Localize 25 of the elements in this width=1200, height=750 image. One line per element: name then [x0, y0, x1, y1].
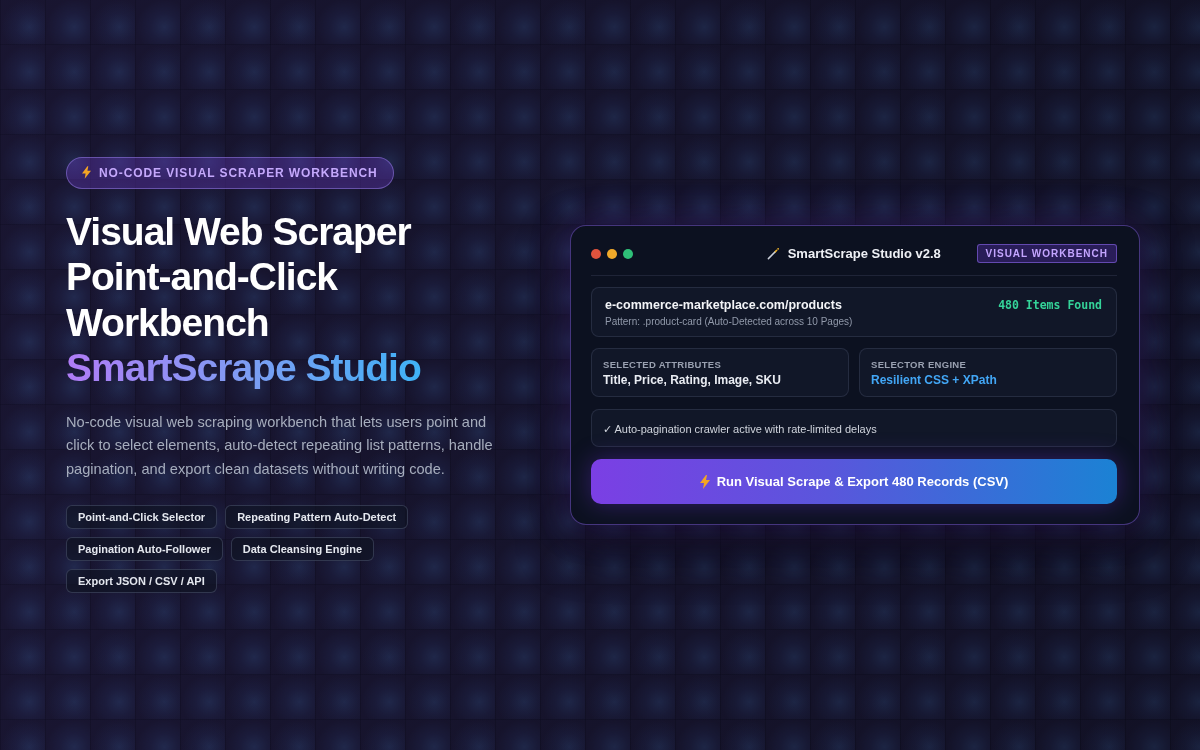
- feature-tag: Repeating Pattern Auto-Detect: [225, 505, 409, 530]
- window-title: SmartScrape Studio v2.8: [787, 246, 941, 261]
- hero-description: No-code visual web scraping workbench that lets users point and click to select elements, auto-detect repeating list patterns, handle pagination, and export clean datasets without writing code.: [66, 412, 494, 479]
- items-count: 480 Items Found: [998, 298, 1102, 312]
- lightning-bolt-icon: [699, 474, 710, 489]
- feature-tag: Export JSON / CSV / API: [66, 569, 217, 594]
- status-text: ✓ Auto-pagination crawler active with rate-limited delays: [603, 423, 877, 435]
- run-export-button[interactable]: Run Visual Scrape & Export 480 Records (CSV): [591, 459, 1117, 504]
- window-close-icon[interactable]: [591, 248, 601, 259]
- field-label: SELECTOR ENGINE: [871, 359, 968, 370]
- badge-label: NO-CODE VISUAL SCRAPER WORKBENCH: [99, 165, 378, 180]
- url-text: e-commerce-marketplace.com/products: [605, 298, 843, 312]
- mode-badge: VISUAL WORKBENCH: [976, 244, 1117, 263]
- feature-tag: Pagination Auto-Follower: [66, 537, 223, 562]
- pattern-text: Pattern: .product-card (Auto-Detected across 10 Pages): [605, 316, 853, 327]
- magic-wand-icon: [766, 247, 780, 260]
- hero-title: Visual Web Scraper Point-and-Click Workbench SmartScrape Studio: [66, 208, 421, 391]
- window-maximize-icon[interactable]: [623, 248, 633, 259]
- field-value: Resilient CSS + XPath: [871, 373, 998, 387]
- window-minimize-icon[interactable]: [607, 248, 617, 259]
- field-value: Title, Price, Rating, Image, SKU: [603, 373, 782, 387]
- feature-tag: Point-and-Click Selector: [66, 505, 218, 530]
- field-label: SELECTED ATTRIBUTES: [603, 359, 723, 370]
- feature-tag: Data Cleansing Engine: [230, 537, 374, 562]
- lightning-bolt-icon: [82, 166, 91, 180]
